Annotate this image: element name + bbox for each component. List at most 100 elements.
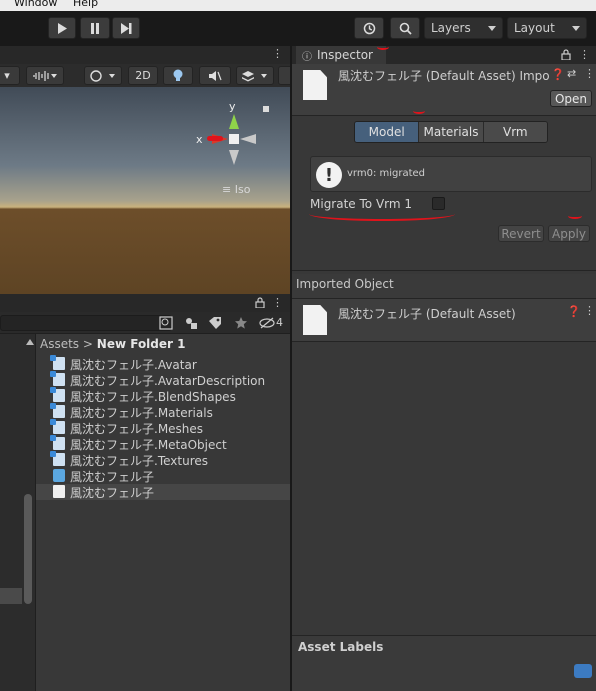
breadcrumb-assets[interactable]: Assets xyxy=(40,337,79,351)
list-item[interactable]: 風沈むフェル子.Avatar xyxy=(36,355,290,372)
more-options-icon[interactable]: ⋮ xyxy=(584,67,595,80)
more-options-icon[interactable]: ⋮ xyxy=(579,48,590,61)
lighting-toggle-button[interactable] xyxy=(163,66,193,85)
annotation-mark xyxy=(377,44,389,50)
history-icon xyxy=(363,22,375,34)
pause-icon xyxy=(91,22,99,34)
scene-viewport[interactable]: y x ≡ Iso xyxy=(0,87,290,294)
list-item[interactable]: 風沈むフェル子.Materials xyxy=(36,403,290,420)
warning-icon: ! xyxy=(316,162,342,188)
migrate-checkbox[interactable] xyxy=(432,197,445,210)
step-button[interactable] xyxy=(112,17,140,39)
tree-scrollbar[interactable] xyxy=(24,494,32,604)
list-item[interactable]: 風沈むフェル子.Meshes xyxy=(36,419,290,436)
filter-by-type-icon[interactable] xyxy=(184,316,198,330)
breadcrumb: Assets > New Folder 1 xyxy=(40,337,185,351)
axis-negx-cone xyxy=(240,134,256,144)
menu-help[interactable]: Help xyxy=(73,0,98,9)
axis-negy-cone xyxy=(229,150,239,165)
favorites-star-icon[interactable] xyxy=(234,316,248,330)
history-button[interactable] xyxy=(354,17,384,39)
sub-asset-icon xyxy=(50,435,65,450)
axis-y-cone xyxy=(229,114,239,129)
sub-asset-icon xyxy=(50,387,65,402)
inspector-panel: ⓘ Inspector ⋮ 風沈むフェル子 (Default Asset) Im… xyxy=(292,46,596,691)
more-options-icon[interactable]: ⋮ xyxy=(584,304,595,317)
sub-asset-icon xyxy=(50,403,65,418)
label-tag-icon[interactable] xyxy=(574,664,592,678)
filter-by-label-icon[interactable] xyxy=(208,316,222,330)
speaker-icon xyxy=(209,70,222,81)
more-options-icon[interactable]: ⋮ xyxy=(272,47,283,60)
lock-icon[interactable] xyxy=(561,49,571,60)
list-item[interactable]: 風沈むフェル子 xyxy=(36,484,290,500)
sphere-icon xyxy=(90,69,115,82)
gizmo-y-label: y xyxy=(229,100,236,113)
search-button[interactable] xyxy=(390,17,420,39)
menu-window[interactable]: Window xyxy=(14,0,57,9)
project-search-input[interactable] xyxy=(0,315,172,331)
search-by-type-icon[interactable] xyxy=(159,316,173,330)
pause-button[interactable] xyxy=(80,17,110,39)
tab-materials[interactable]: Materials xyxy=(419,122,484,142)
help-icon[interactable]: ❓ xyxy=(567,305,581,318)
lock-icon xyxy=(263,106,269,112)
presets-icon[interactable]: ⇄ xyxy=(567,67,576,80)
gizmo-visibility-button[interactable] xyxy=(84,66,122,85)
list-item-label: 風沈むフェル子.MetaObject xyxy=(70,438,227,452)
document-icon xyxy=(303,70,327,100)
help-icon[interactable]: ❓ xyxy=(551,68,565,81)
hidden-packages-count: 4 xyxy=(276,316,283,329)
shading-mode-button[interactable]: ▾ xyxy=(0,66,20,85)
tab-inspector-label: Inspector xyxy=(317,48,373,62)
search-icon xyxy=(399,22,412,35)
list-item[interactable]: 風沈むフェル子.BlendShapes xyxy=(36,387,290,404)
scroll-up-icon[interactable] xyxy=(26,339,34,345)
tree-selected-row[interactable] xyxy=(0,588,22,604)
audio-toggle-button[interactable] xyxy=(26,66,64,85)
asset-labels-section: Asset Labels xyxy=(292,635,596,691)
annotation-mark xyxy=(413,108,425,114)
list-item-label: 風沈むフェル子.Meshes xyxy=(70,422,204,436)
document-icon xyxy=(303,305,327,335)
lock-icon[interactable] xyxy=(255,297,265,308)
step-icon xyxy=(120,22,131,34)
play-button[interactable] xyxy=(48,17,76,39)
sub-asset-icon xyxy=(50,451,65,466)
document-icon xyxy=(53,485,65,498)
mode-2d-button[interactable]: 2D xyxy=(128,66,158,85)
gizmo-center xyxy=(229,134,239,144)
importer-tabs: Model Materials Vrm xyxy=(354,121,548,143)
effects-dropdown-button[interactable] xyxy=(236,66,274,85)
tab-inspector[interactable]: ⓘ Inspector xyxy=(296,46,386,64)
list-item-label: 風沈むフェル子.AvatarDescription xyxy=(70,374,266,388)
scene-toolbar: ▾ 2D xyxy=(0,64,294,87)
tab-model[interactable]: Model xyxy=(355,122,420,142)
inspector-header: 風沈むフェル子 (Default Asset) Impo ❓ ⇄ ⋮ Open xyxy=(292,64,596,116)
iso-label[interactable]: ≡ Iso xyxy=(222,183,250,196)
breadcrumb-folder[interactable]: New Folder 1 xyxy=(97,337,186,351)
list-item[interactable]: 風沈むフェル子.AvatarDescription xyxy=(36,371,290,388)
scene-tab-bar: ⋮ xyxy=(0,46,290,64)
sub-asset-icon xyxy=(50,371,65,386)
list-item[interactable]: 風沈むフェル子 xyxy=(36,468,290,484)
list-item[interactable]: 風沈むフェル子.MetaObject xyxy=(36,435,290,452)
more-options-icon[interactable]: ⋮ xyxy=(272,296,283,309)
list-item-label: 風沈むフェル子.BlendShapes xyxy=(70,390,236,404)
inspector-title: 風沈むフェル子 (Default Asset) Impo xyxy=(338,69,550,83)
revert-button[interactable]: Revert xyxy=(498,225,544,242)
inspector-tab-bar: ⓘ Inspector ⋮ xyxy=(292,46,596,64)
audio-effects-button[interactable] xyxy=(199,66,231,85)
project-asset-list: Assets > New Folder 1 風沈むフェル子.Avatar 風沈むフ… xyxy=(36,334,290,691)
chevron-down-icon xyxy=(488,26,496,31)
list-item-label: 風沈むフェル子.Avatar xyxy=(70,358,197,372)
layout-dropdown[interactable]: Layout xyxy=(507,17,587,39)
project-folder-tree[interactable] xyxy=(0,334,36,691)
tab-vrm[interactable]: Vrm xyxy=(483,122,547,142)
apply-button[interactable]: Apply xyxy=(548,225,590,242)
list-item[interactable]: 風沈むフェル子.Textures xyxy=(36,451,290,468)
open-button[interactable]: Open xyxy=(550,90,592,107)
annotation-underline xyxy=(309,207,455,221)
layers-dropdown[interactable]: Layers xyxy=(424,17,503,39)
hidden-packages-icon[interactable] xyxy=(259,317,275,329)
